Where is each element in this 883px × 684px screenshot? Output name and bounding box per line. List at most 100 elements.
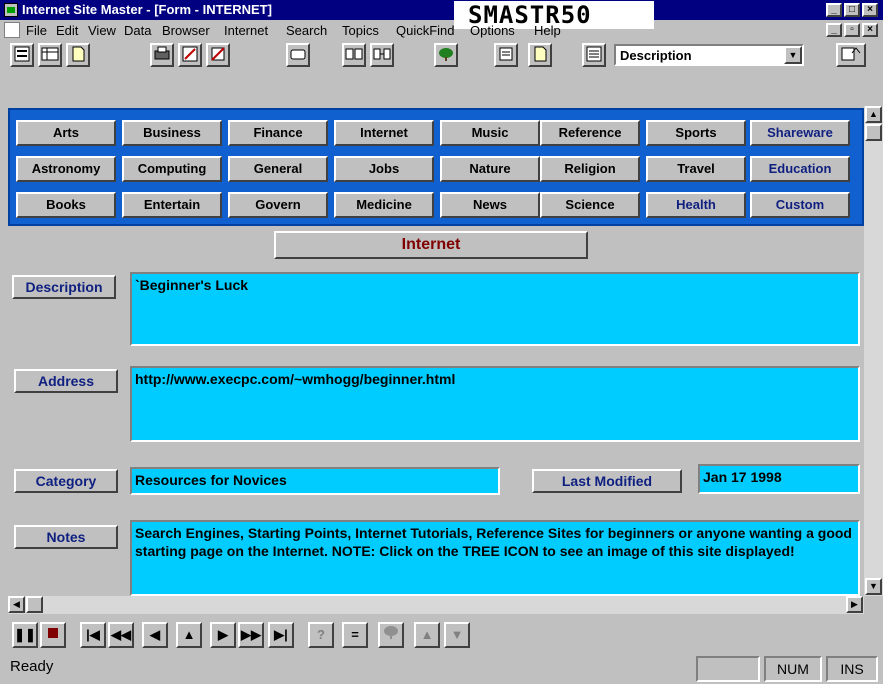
menu-file[interactable]: File <box>26 23 47 38</box>
doc-minimize-button[interactable]: _ <box>826 23 842 37</box>
next-page-icon[interactable]: ▶▶ <box>238 622 264 648</box>
menu-options[interactable]: Options <box>470 23 515 38</box>
list-icon[interactable] <box>582 43 606 67</box>
horizontal-scrollbar[interactable]: ◀ ▶ <box>8 596 864 614</box>
new-record-icon[interactable] <box>286 43 310 67</box>
scroll-up-icon[interactable]: ▲ <box>865 106 882 123</box>
insert-mode-indicator: INS <box>826 656 878 682</box>
category-science-button[interactable]: Science <box>540 192 640 218</box>
up-icon[interactable]: ▲ <box>176 622 202 648</box>
edit-icon[interactable] <box>178 43 202 67</box>
category-health-button[interactable]: Health <box>646 192 746 218</box>
hscroll-thumb[interactable] <box>26 596 43 613</box>
category-entertain-button[interactable]: Entertain <box>122 192 222 218</box>
notes-icon[interactable] <box>494 43 518 67</box>
field-select[interactable]: Description ▼ <box>614 44 804 66</box>
scroll-thumb[interactable] <box>865 124 882 141</box>
num-lock-indicator: NUM <box>764 656 822 682</box>
form-title: Internet <box>274 231 588 259</box>
link-icon[interactable] <box>342 43 366 67</box>
menu-edit[interactable]: Edit <box>56 23 78 38</box>
document-icon[interactable] <box>4 22 20 38</box>
next-record-icon[interactable]: ▶ <box>210 622 236 648</box>
category-astronomy-button[interactable]: Astronomy <box>16 156 116 182</box>
previous-record-icon[interactable]: ◀ <box>142 622 168 648</box>
scroll-right-icon[interactable]: ▶ <box>846 596 863 613</box>
category-music-button[interactable]: Music <box>440 120 540 146</box>
query-icon[interactable]: ? <box>308 622 334 648</box>
last-modified-field[interactable]: Jan 17 1998 <box>698 464 860 494</box>
category-finance-button[interactable]: Finance <box>228 120 328 146</box>
status-panel-blank <box>696 656 760 682</box>
description-label[interactable]: Description <box>12 275 116 299</box>
doc-close-button[interactable]: × <box>862 23 878 37</box>
category-shareware-button[interactable]: Shareware <box>750 120 850 146</box>
category-label[interactable]: Category <box>14 469 118 493</box>
document-icon-2[interactable] <box>528 43 552 67</box>
address-field[interactable]: http://www.execpc.com/~wmhogg/beginner.h… <box>130 366 860 442</box>
category-arts-button[interactable]: Arts <box>16 120 116 146</box>
menu-data[interactable]: Data <box>124 23 151 38</box>
status-text: Ready <box>10 658 54 675</box>
category-reference-button[interactable]: Reference <box>540 120 640 146</box>
app-icon[interactable] <box>4 3 18 17</box>
last-modified-label[interactable]: Last Modified <box>532 469 682 493</box>
category-jobs-button[interactable]: Jobs <box>334 156 434 182</box>
table-view-icon[interactable] <box>38 43 62 67</box>
category-sports-button[interactable]: Sports <box>646 120 746 146</box>
scroll-down-icon[interactable]: ▼ <box>865 578 882 595</box>
pause-icon[interactable]: ❚❚ <box>12 622 38 648</box>
scroll-left-icon[interactable]: ◀ <box>8 596 25 613</box>
menu-browser[interactable]: Browser <box>162 23 210 38</box>
stop-icon[interactable] <box>40 622 66 648</box>
tree-icon[interactable] <box>434 43 458 67</box>
menu-view[interactable]: View <box>88 23 116 38</box>
category-computing-button[interactable]: Computing <box>122 156 222 182</box>
category-medicine-button[interactable]: Medicine <box>334 192 434 218</box>
window-title: Internet Site Master - [Form - INTERNET] <box>22 2 272 17</box>
field-select-value: Description <box>620 48 692 63</box>
category-panel: Arts Business Finance Internet Music Ref… <box>8 108 864 226</box>
address-label[interactable]: Address <box>14 369 118 393</box>
menu-help[interactable]: Help <box>534 23 561 38</box>
category-religion-button[interactable]: Religion <box>540 156 640 182</box>
sort-descending-icon[interactable]: ▼ <box>444 622 470 648</box>
delete-icon[interactable] <box>206 43 230 67</box>
category-books-button[interactable]: Books <box>16 192 116 218</box>
category-field[interactable]: Resources for Novices <box>130 467 500 495</box>
close-button[interactable]: × <box>862 3 878 17</box>
category-business-button[interactable]: Business <box>122 120 222 146</box>
navigation-toolbar <box>4 618 879 652</box>
maximize-button[interactable]: □ <box>844 3 860 17</box>
equals-icon[interactable]: = <box>342 622 368 648</box>
description-field[interactable]: `Beginner's Luck <box>130 272 860 346</box>
category-travel-button[interactable]: Travel <box>646 156 746 182</box>
menu-internet[interactable]: Internet <box>224 23 268 38</box>
category-nature-button[interactable]: Nature <box>440 156 540 182</box>
menu-search[interactable]: Search <box>286 23 327 38</box>
category-education-button[interactable]: Education <box>750 156 850 182</box>
chevron-down-icon[interactable]: ▼ <box>784 46 802 64</box>
previous-page-icon[interactable]: ◀◀ <box>108 622 134 648</box>
category-custom-button[interactable]: Custom <box>750 192 850 218</box>
category-govern-button[interactable]: Govern <box>228 192 328 218</box>
category-internet-button[interactable]: Internet <box>334 120 434 146</box>
notes-label[interactable]: Notes <box>14 525 118 549</box>
form-view-icon[interactable] <box>10 43 34 67</box>
page-icon[interactable] <box>66 43 90 67</box>
tree-nav-icon[interactable] <box>378 622 404 648</box>
notes-field[interactable]: Search Engines, Starting Points, Interne… <box>130 520 860 596</box>
minimize-button[interactable]: _ <box>826 3 842 17</box>
first-record-icon[interactable]: |◀ <box>80 622 106 648</box>
print-icon[interactable] <box>150 43 174 67</box>
last-record-icon[interactable]: ▶| <box>268 622 294 648</box>
doc-restore-button[interactable]: ▫ <box>844 23 860 37</box>
menu-topics[interactable]: Topics <box>342 23 379 38</box>
category-news-button[interactable]: News <box>440 192 540 218</box>
sort-ascending-icon[interactable]: ▲ <box>414 622 440 648</box>
menu-quickfind[interactable]: QuickFind <box>396 23 455 38</box>
category-general-button[interactable]: General <box>228 156 328 182</box>
compare-icon[interactable] <box>370 43 394 67</box>
help-query-icon[interactable] <box>836 43 866 67</box>
vertical-scrollbar[interactable]: ▲ ▼ <box>864 106 883 596</box>
